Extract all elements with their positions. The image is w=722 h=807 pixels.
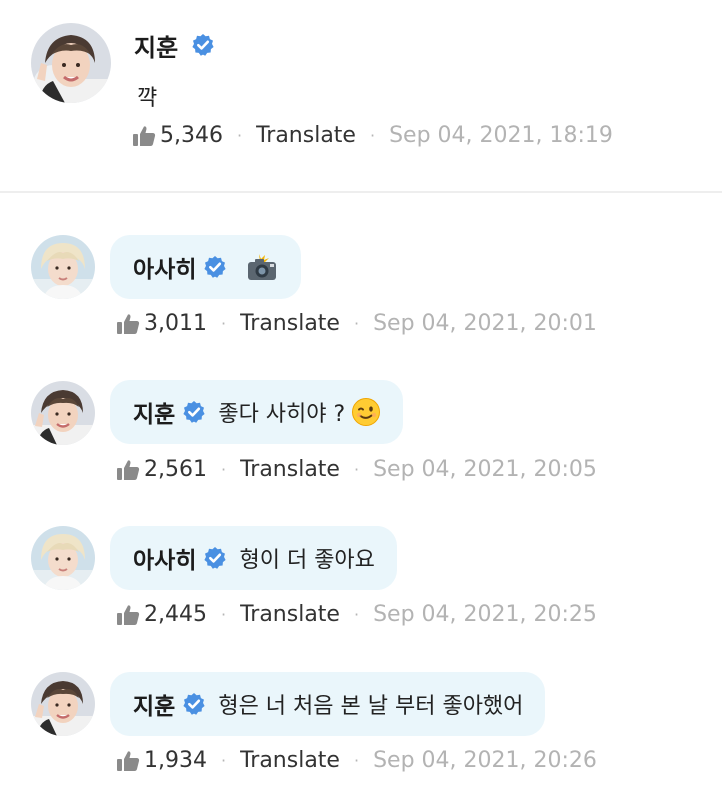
- separator: ·: [353, 460, 360, 479]
- verified-badge-icon: [203, 255, 227, 279]
- timestamp: Sep 04, 2021, 20:25: [373, 602, 597, 627]
- timestamp: Sep 04, 2021, 20:05: [373, 457, 597, 482]
- author-name[interactable]: 지훈: [133, 687, 175, 721]
- like-count: 5,346: [160, 123, 223, 148]
- divider: [0, 191, 722, 193]
- avatar[interactable]: [31, 23, 111, 103]
- avatar[interactable]: [31, 235, 95, 299]
- timestamp: Sep 04, 2021, 20:01: [373, 311, 597, 336]
- verified-badge-icon: [203, 546, 227, 570]
- separator: ·: [220, 460, 227, 479]
- separator: ·: [220, 605, 227, 624]
- separator: ·: [220, 314, 227, 333]
- translate-link[interactable]: Translate: [240, 311, 340, 336]
- separator: ·: [220, 751, 227, 770]
- comment-text: 좋다 사히야 ?: [218, 402, 346, 427]
- thumbs-up-icon[interactable]: [116, 604, 140, 626]
- verified-badge-icon: [191, 33, 215, 61]
- separator: ·: [353, 605, 360, 624]
- avatar[interactable]: [31, 381, 95, 445]
- comment-meta: 1,934 · Translate · Sep 04, 2021, 20:26: [116, 748, 597, 773]
- avatar-image: [31, 526, 95, 590]
- avatar-image: [31, 235, 95, 299]
- translate-link[interactable]: Translate: [240, 748, 340, 773]
- separator: ·: [353, 751, 360, 770]
- like-count: 2,561: [144, 457, 207, 482]
- avatar[interactable]: [31, 672, 95, 736]
- author-name[interactable]: 지훈: [133, 395, 175, 429]
- like-count: 2,445: [144, 602, 207, 627]
- thumbs-up-icon[interactable]: [116, 313, 140, 335]
- comment-bubble: 지훈 좋다 사히야 ?: [110, 380, 404, 444]
- comment-bubble: 아사히 형이 더 좋아요: [110, 526, 397, 590]
- comment-meta: 3,011 · Translate · Sep 04, 2021, 20:01: [116, 311, 597, 336]
- main-post: 지훈 꺅 5,346 · Translate · Sep 04, 2021, 1…: [0, 0, 722, 192]
- verified-badge-icon: [182, 400, 206, 424]
- author-name[interactable]: 아사히: [133, 250, 196, 284]
- avatar-image: [31, 672, 95, 736]
- winking-face-emoji-icon: [351, 397, 381, 427]
- avatar-image: [31, 23, 111, 103]
- separator: ·: [236, 126, 243, 145]
- camera-flash-emoji-icon: [245, 252, 279, 282]
- separator: ·: [369, 126, 376, 145]
- post-text: 꺅: [137, 86, 158, 111]
- like-count: 1,934: [144, 748, 207, 773]
- comment-text: 형은 너 처음 본 날 부터 좋아했어: [218, 694, 524, 719]
- author-name[interactable]: 아사히: [133, 541, 196, 575]
- translate-link[interactable]: Translate: [256, 123, 356, 148]
- comment-meta: 2,561 · Translate · Sep 04, 2021, 20:05: [116, 457, 597, 482]
- avatar[interactable]: [31, 526, 95, 590]
- avatar-image: [31, 381, 95, 445]
- timestamp: Sep 04, 2021, 20:26: [373, 748, 597, 773]
- post-meta: 5,346 · Translate · Sep 04, 2021, 18:19: [132, 123, 613, 148]
- comment-bubble: 지훈 형은 너 처음 본 날 부터 좋아했어: [110, 672, 546, 736]
- thumbs-up-icon[interactable]: [116, 459, 140, 481]
- thumbs-up-icon[interactable]: [132, 125, 156, 147]
- author-name[interactable]: 지훈: [134, 28, 178, 63]
- separator: ·: [353, 314, 360, 333]
- like-count: 3,011: [144, 311, 207, 336]
- timestamp: Sep 04, 2021, 18:19: [389, 123, 613, 148]
- translate-link[interactable]: Translate: [240, 602, 340, 627]
- comment-text: 형이 더 좋아요: [239, 548, 375, 573]
- comment-bubble: 아사히: [110, 235, 302, 299]
- comment-meta: 2,445 · Translate · Sep 04, 2021, 20:25: [116, 602, 597, 627]
- verified-badge-icon: [182, 692, 206, 716]
- translate-link[interactable]: Translate: [240, 457, 340, 482]
- thumbs-up-icon[interactable]: [116, 750, 140, 772]
